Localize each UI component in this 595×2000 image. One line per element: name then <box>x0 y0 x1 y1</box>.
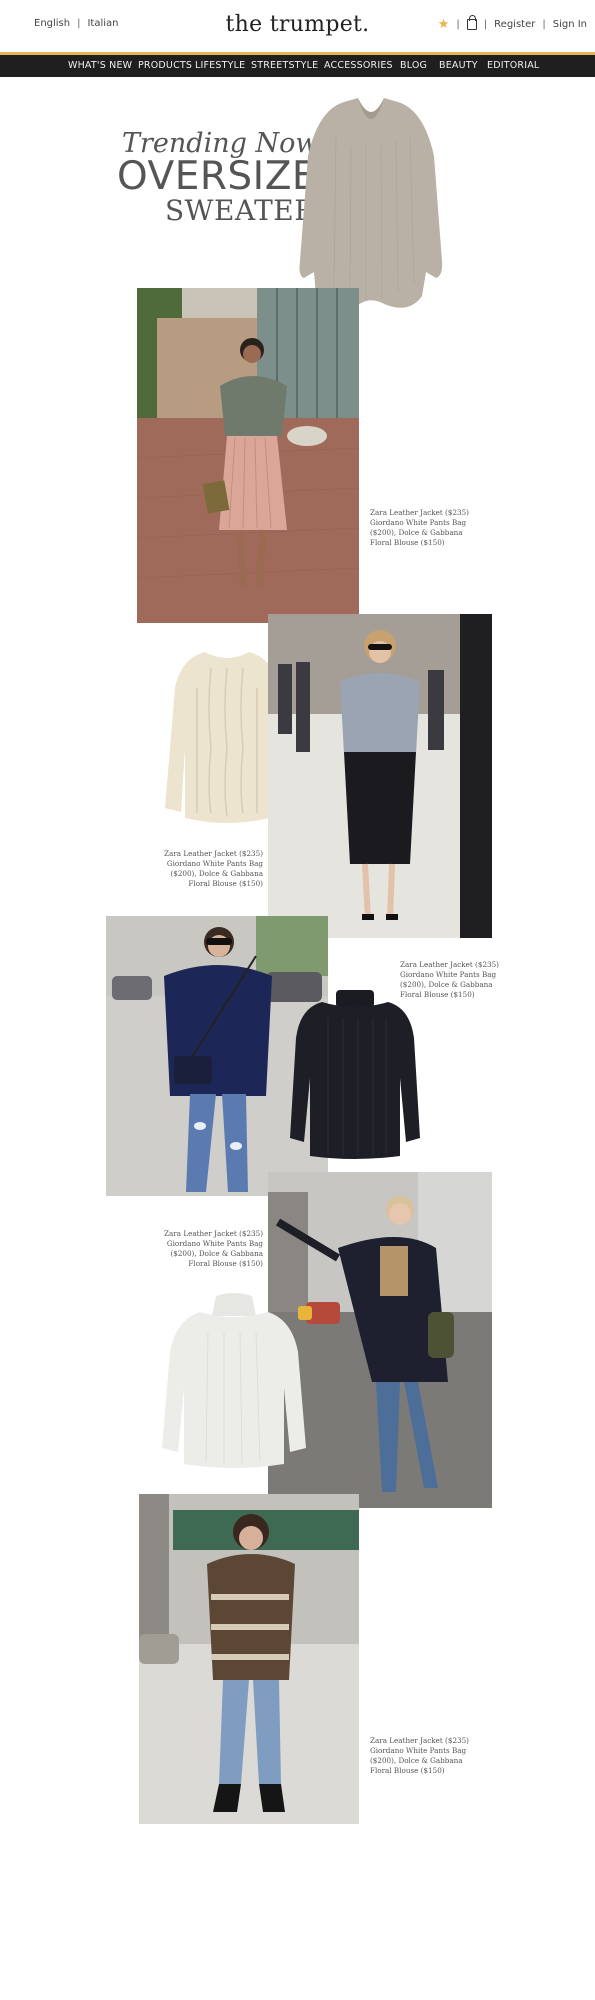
star-icon[interactable]: ★ <box>438 17 450 32</box>
product-black-turtleneck-sweater[interactable] <box>288 988 422 1162</box>
streetstyle-photo-2[interactable] <box>268 614 492 938</box>
nav-item-whats-new[interactable]: WHAT'S NEW <box>68 60 132 71</box>
separator: | <box>483 19 488 30</box>
nav-item-streetstyle[interactable]: STREETSTYLE <box>251 60 318 71</box>
account-links: ★ | | Register | Sign In <box>438 15 587 32</box>
hero-sweater-image[interactable] <box>296 96 446 318</box>
streetstyle-photo-1[interactable] <box>137 288 359 623</box>
product-caption-5: Zara Leather Jacket ($235) Giordano Whit… <box>370 1736 469 1775</box>
product-caption-1: Zara Leather Jacket ($235) Giordano Whit… <box>370 508 469 547</box>
register-link[interactable]: Register <box>494 19 535 30</box>
sign-in-link[interactable]: Sign In <box>553 19 587 30</box>
nav-item-beauty[interactable]: BEAUTY <box>439 60 478 71</box>
site-header: English | Italian the trumpet. ★ | | Regis… <box>0 0 595 52</box>
product-caption-4: Zara Leather Jacket ($235) Giordano Whit… <box>164 1229 263 1268</box>
nav-item-products[interactable]: PRODUCTS <box>138 60 192 71</box>
product-white-turtleneck-sweater[interactable] <box>160 1292 308 1472</box>
separator: | <box>456 19 460 30</box>
nav-item-lifestyle[interactable]: LIFESTYLE <box>195 60 245 71</box>
shopping-bag-icon[interactable] <box>466 15 477 30</box>
product-caption-3: Zara Leather Jacket ($235) Giordano Whit… <box>400 960 499 999</box>
separator: | <box>542 19 546 30</box>
nav-item-blog[interactable]: BLOG <box>400 60 427 71</box>
main-nav: WHAT'S NEW PRODUCTS LIFESTYLE STREETSTYL… <box>0 55 595 77</box>
nav-item-editorial[interactable]: EDITORIAL <box>487 60 539 71</box>
streetstyle-photo-5[interactable] <box>139 1494 359 1824</box>
product-caption-2: Zara Leather Jacket ($235) Giordano Whit… <box>164 849 263 888</box>
nav-item-accessories[interactable]: ACCESSORIES <box>324 60 393 71</box>
